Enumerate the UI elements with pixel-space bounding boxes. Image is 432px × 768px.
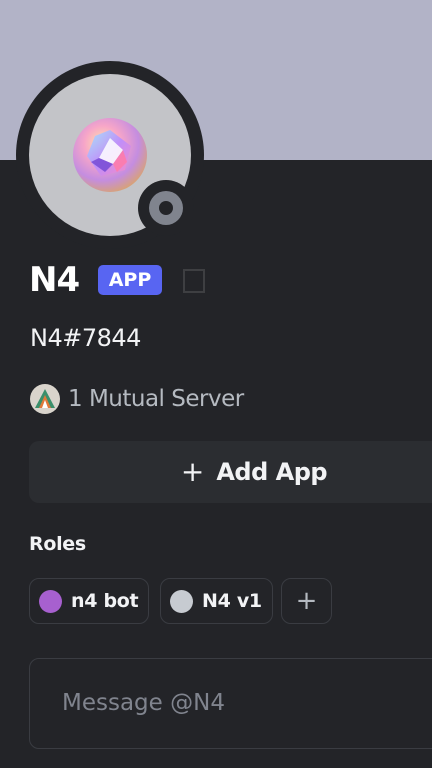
add-role-button[interactable]: +: [281, 578, 332, 624]
server-icon: [30, 384, 60, 414]
status-hole: [159, 201, 173, 215]
role-color-dot: [39, 589, 62, 613]
roles-heading: Roles: [29, 533, 86, 555]
display-name: N4: [29, 260, 80, 300]
n4-logo-icon: [73, 118, 147, 192]
mutual-servers[interactable]: 1 Mutual Server: [30, 384, 244, 414]
role-label: N4 v1: [202, 590, 262, 612]
add-app-button[interactable]: + Add App: [29, 441, 432, 503]
message-input[interactable]: [32, 660, 428, 746]
role-n4-v1[interactable]: N4 v1: [160, 578, 273, 624]
verified-check-icon: [183, 269, 205, 293]
mutual-servers-label: 1 Mutual Server: [68, 386, 244, 412]
role-n4-bot[interactable]: n4 bot: [29, 578, 150, 624]
role-color-dot: [170, 589, 193, 613]
user-tag: N4#7844: [30, 324, 141, 352]
add-app-label: Add App: [216, 458, 328, 486]
plus-icon: +: [180, 455, 205, 488]
app-badge: APP: [98, 265, 162, 295]
role-label: n4 bot: [71, 590, 139, 612]
